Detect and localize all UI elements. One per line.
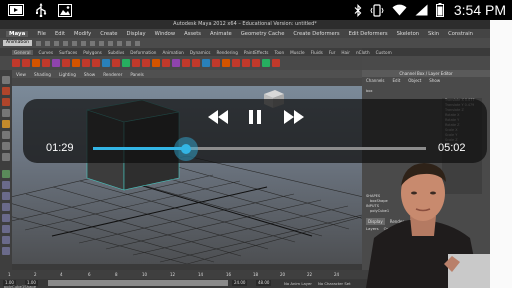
shelf-tab: Animation — [162, 49, 184, 55]
maya-shelf — [0, 56, 362, 70]
viewport-menu-item: Shading — [33, 71, 51, 77]
range-end-field: 24.00 — [232, 280, 248, 286]
time-tick: 12 — [170, 272, 176, 277]
channel-box-menu-item: Edit — [392, 78, 401, 83]
seek-thumb[interactable] — [174, 137, 198, 161]
shelf-tab: Surfaces — [59, 49, 78, 55]
maya-title-bar: Autodesk Maya 2012 x64 – Educational Ver… — [0, 20, 490, 29]
maya-menu-item: Maya — [6, 30, 29, 37]
shelf-tab: Muscle — [290, 49, 305, 55]
wifi-icon — [392, 4, 407, 16]
time-tick: 14 — [198, 272, 204, 277]
maya-menu-item: Constrain — [448, 30, 473, 37]
maya-menu-item: Edit — [55, 30, 66, 37]
range-end-field-2: 48.00 — [256, 280, 272, 286]
time-tick: 24 — [334, 272, 340, 277]
seek-thumb-core — [181, 144, 191, 154]
time-tick: 6 — [88, 272, 91, 277]
shelf-tab: PaintEffects — [243, 49, 269, 55]
channel-box-menu: Channels Edit Object Show — [362, 77, 490, 84]
time-tick: 8 — [115, 272, 118, 277]
shelf-tab: Subdivs — [107, 49, 125, 55]
channel-box-object: box — [366, 89, 373, 93]
maya-menu-item: Geometry Cache — [240, 30, 285, 37]
status-bar: 3:54 PM — [0, 0, 512, 20]
viewport-menu-item: Show — [83, 71, 96, 77]
time-tick: 4 — [60, 272, 63, 277]
time-tick: 22 — [307, 272, 313, 277]
viewport-toolbar — [12, 78, 362, 86]
right-edge-panel — [490, 20, 512, 288]
shelf-tab: Polygons — [83, 49, 102, 55]
clock: 3:54 PM — [453, 2, 506, 18]
anim-layer-label: No Anim Layer — [284, 281, 312, 286]
maya-menu-item: Assets — [184, 30, 201, 37]
character-set-label: No Character Set — [318, 281, 351, 286]
viewport-menu-item: Renderer — [103, 71, 123, 77]
viewport-menu: View Shading Lighting Show Renderer Pane… — [12, 70, 362, 78]
shelf-tab: Curves — [38, 49, 54, 55]
time-tick: 2 — [34, 272, 37, 277]
shelf-tab: Fluids — [310, 49, 323, 55]
channel-box-title: Channel Box / Layer Editor — [362, 70, 490, 77]
maya-menu-item: Animate — [209, 30, 232, 37]
shelf-tab: Deformation — [130, 49, 157, 55]
vibrate-icon — [370, 3, 384, 17]
viewport-menu-item: View — [16, 71, 26, 77]
seek-bar[interactable] — [93, 137, 426, 161]
time-tick: 1 — [8, 272, 11, 277]
pause-icon — [249, 109, 261, 128]
fast-forward-icon — [284, 109, 304, 128]
maya-menu-item: Skin — [428, 30, 440, 37]
time-tick: 16 — [226, 272, 232, 277]
viewport-menu-item: Panels — [130, 71, 144, 77]
range-bar — [48, 280, 228, 286]
maya-menu-item: Create Deformers — [293, 30, 340, 37]
shelf-tab: Dynamics — [189, 49, 211, 55]
maya-menu-bar: Maya File Edit Modify Create Display Win… — [0, 29, 490, 38]
shelf-tab: Toon — [274, 49, 285, 55]
shelf-tab: nCloth — [356, 49, 370, 55]
shelf-tab: Custom — [375, 49, 392, 55]
channel-box-menu-item: Channels — [366, 78, 385, 83]
rewind-button[interactable] — [206, 108, 230, 128]
shelf-tab: Fur — [328, 49, 336, 55]
maya-shelf-tabs: General Curves Surfaces Polygons Subdivs… — [0, 48, 392, 56]
channel-box-menu-item: Object — [408, 78, 422, 83]
maya-mode-dropdown: Animation — [3, 40, 32, 46]
maya-status-line: Animation — [0, 38, 490, 48]
maya-menu-item: Modify — [74, 30, 92, 37]
bluetooth-icon — [354, 3, 362, 17]
shelf-tab: Rendering — [216, 49, 238, 55]
maya-menu-item: Display — [126, 30, 146, 37]
signal-icon — [415, 4, 428, 16]
presenter-video — [366, 163, 490, 288]
time-tick: 20 — [280, 272, 286, 277]
pause-button[interactable] — [244, 108, 266, 128]
fast-forward-button[interactable] — [282, 108, 306, 128]
maya-toolbox — [0, 70, 12, 270]
channel-box-menu-item: Show — [429, 78, 441, 83]
maya-menu-item: Window — [154, 30, 176, 37]
total-time-label: 05:02 — [438, 142, 466, 154]
maya-menu-item: Edit Deformers — [348, 30, 388, 37]
seek-bar-progress — [93, 147, 186, 150]
current-time-label: 01:29 — [46, 142, 74, 154]
battery-icon — [435, 3, 444, 17]
shelf-tab: General — [12, 49, 33, 55]
maya-menu-item: File — [37, 30, 46, 37]
maya-menu-item: Skeleton — [396, 30, 420, 37]
viewport-menu-item: Lighting — [58, 71, 76, 77]
time-tick: 18 — [253, 272, 259, 277]
maya-menu-item: Create — [100, 30, 118, 37]
video-icon — [8, 4, 24, 16]
shelf-tab: Hair — [341, 49, 350, 55]
usb-icon — [34, 3, 48, 17]
image-icon — [58, 3, 72, 17]
rewind-icon — [208, 109, 228, 128]
time-tick: 10 — [142, 272, 148, 277]
